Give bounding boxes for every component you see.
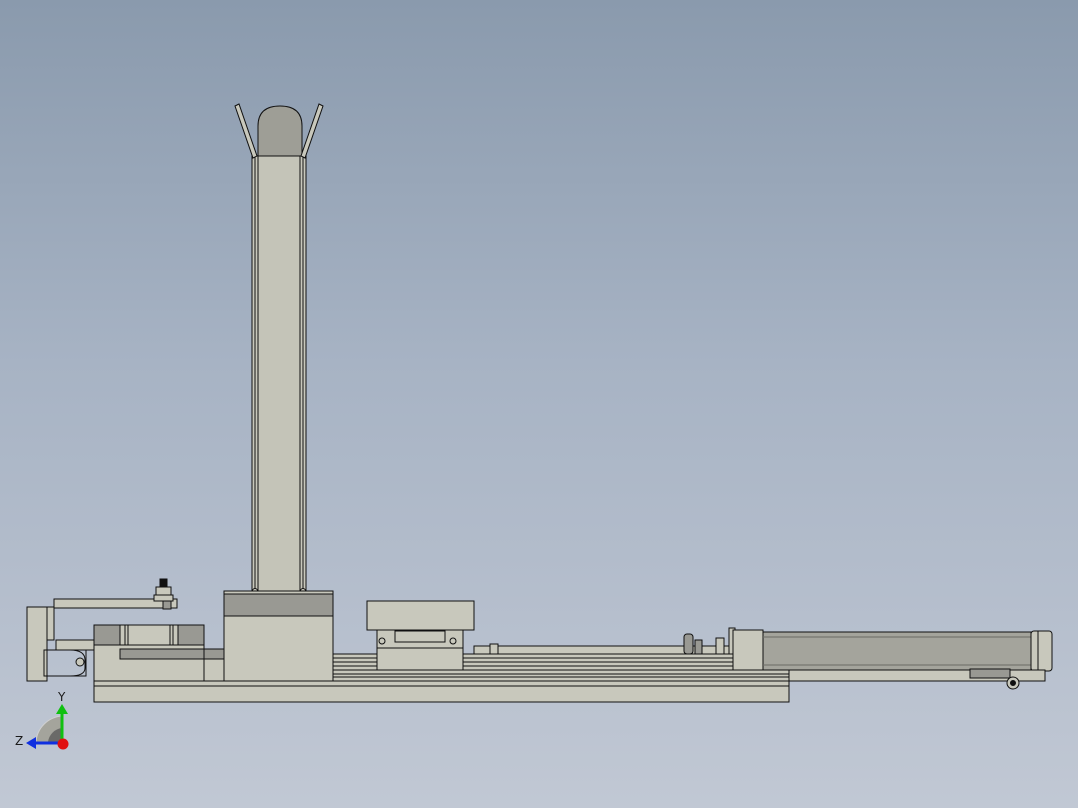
y-axis-arrow-icon [56,704,68,714]
left-guide-fin [234,103,258,159]
tube-cap [257,105,303,157]
z-axis-label: Z [15,734,23,748]
tube-base-block[interactable] [223,590,334,682]
left-clamp-assembly[interactable] [26,598,225,682]
right-guide-fin [300,103,324,159]
cylinder-end-cap [1030,630,1053,672]
tube-inner [257,155,301,593]
orientation-triad: Y Z [15,690,69,750]
cylinder-barrel [762,631,1032,671]
y-axis-label: Y [57,690,66,704]
base-plate[interactable] [93,680,790,703]
z-axis-arrow-icon [26,737,36,749]
vertical-tube[interactable] [234,103,324,594]
base-band [223,593,334,617]
cad-viewport[interactable]: Y Z [0,0,1078,808]
x-axis-dot [57,738,69,750]
model-view[interactable]: Y Z [0,0,1078,808]
slider-carriage[interactable] [366,600,475,671]
